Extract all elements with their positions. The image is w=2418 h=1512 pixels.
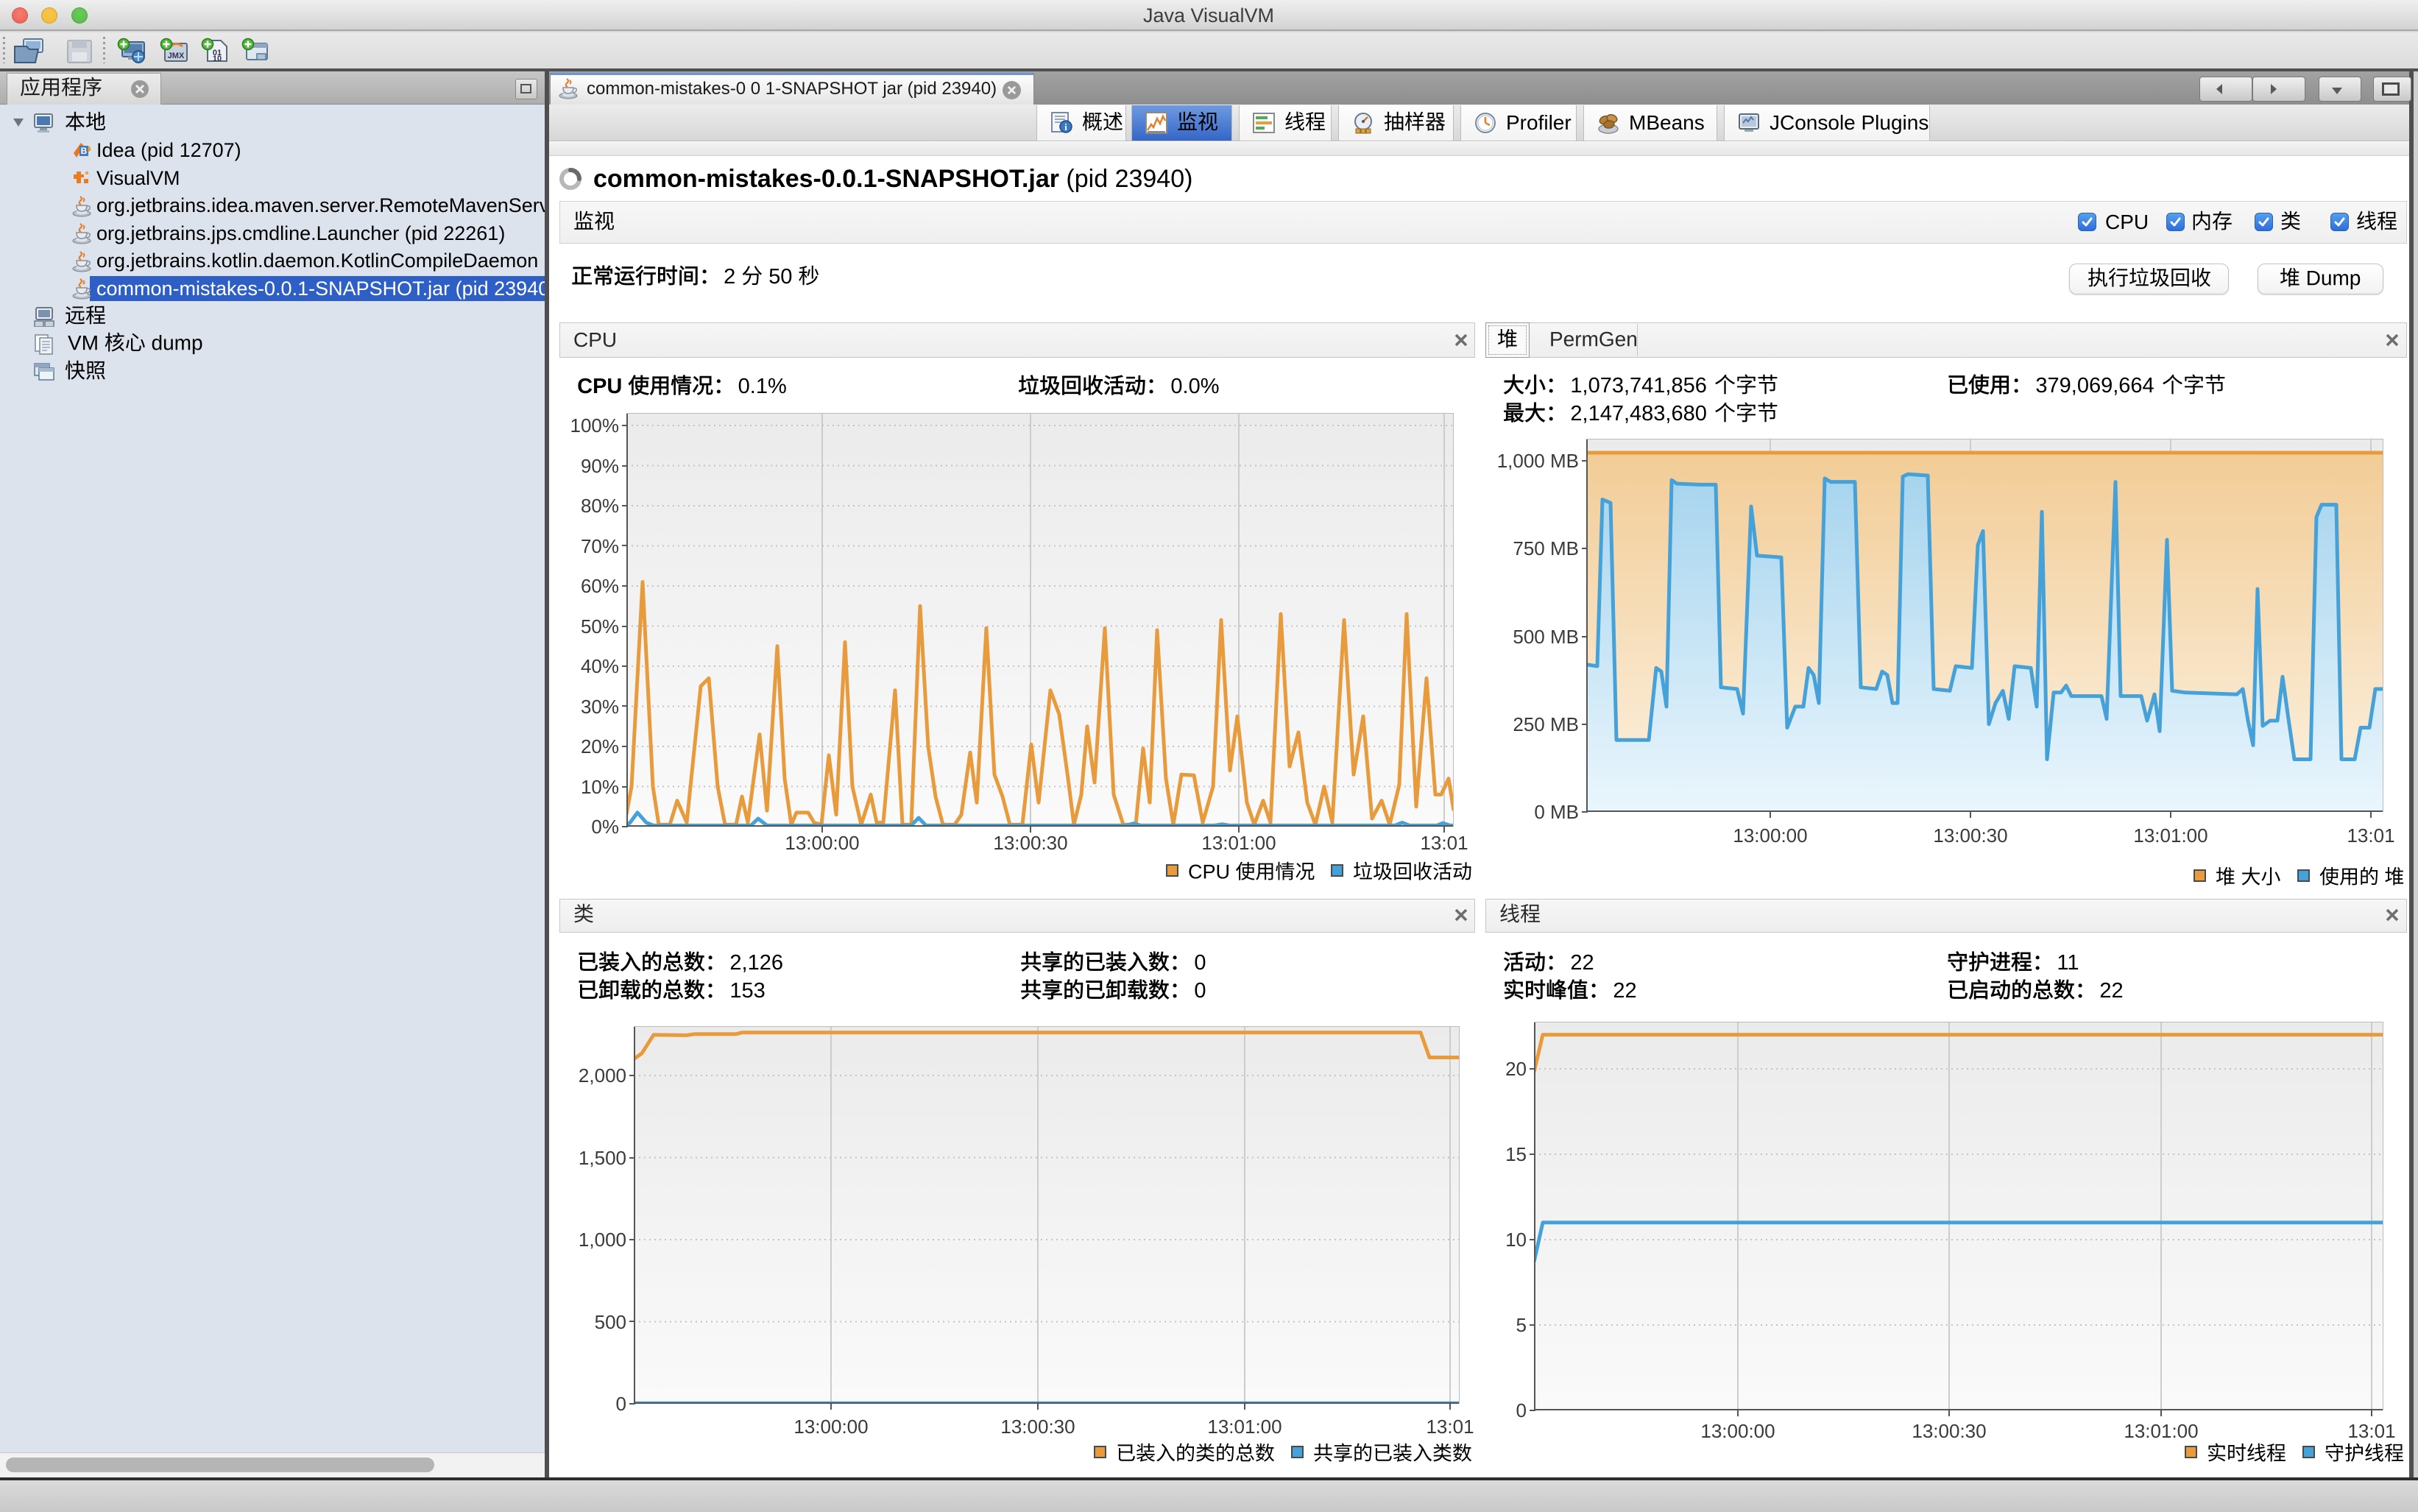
svg-text:i: i — [1064, 121, 1067, 133]
svg-text:B: B — [81, 146, 88, 156]
svg-text:10: 10 — [213, 54, 222, 63]
svg-text:JMX: JMX — [168, 52, 185, 60]
